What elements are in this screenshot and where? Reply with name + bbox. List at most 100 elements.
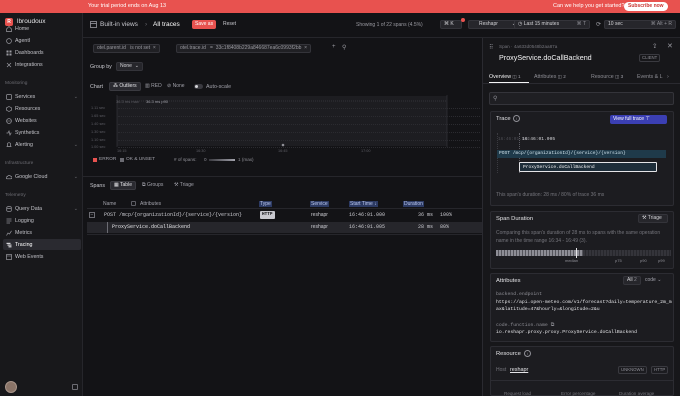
sidebar-item-home[interactable]: Home [3,23,81,34]
sidebar-item-agenti[interactable]: AgentI [3,35,81,46]
sidebar-item-web-events[interactable]: Web Events [3,251,81,262]
y-tick-label: 1.11 sec [91,106,106,110]
collapse-sidebar-icon[interactable] [72,384,78,390]
sidebar-item-services[interactable]: Services ⌄ [3,91,81,102]
chevron-down-icon[interactable]: ⌄ [74,206,78,212]
copy-icon[interactable]: ⧉ [551,323,554,328]
sidebar-item-query-data[interactable]: Query Data ⌄ [3,203,81,214]
tabs-scroll-right-icon[interactable]: › [667,74,669,80]
legend-label[interactable]: OK & UNSET [126,157,155,162]
panel-search-input[interactable]: ⚲ [489,92,674,105]
group-by-select[interactable]: None ⌄ [116,62,143,71]
info-icon[interactable]: i [524,350,531,357]
chart-mode-outliers[interactable]: ⁂ Outliers [109,82,141,91]
sidebar-item-integrations[interactable]: Integrations [3,59,81,70]
tab-table[interactable]: ▦ Table [110,181,136,190]
column-type[interactable]: Type [259,201,272,207]
tab-triage[interactable]: ⚒ Triage [171,181,197,190]
table-row-selected[interactable]: ProxyService.doCallBackend reshapr 16:46… [87,222,482,233]
resource-host-link[interactable]: reshapr [510,367,528,373]
column-name[interactable]: Name [103,201,116,207]
sidebar-item-logging[interactable]: Logging [3,215,81,226]
trace-child-bar[interactable]: ProxyService.doCallBackend [519,162,657,172]
column-start-time[interactable]: Start Time ↓ [349,201,378,207]
mode-label: None [172,83,185,89]
sidebar-item-resources[interactable]: Resources [3,103,81,114]
attr-filter-all[interactable]: All 2 [623,276,641,285]
column-service[interactable]: Service [310,201,329,207]
close-icon[interactable]: ✕ [667,42,673,50]
sidebar-item-tracing[interactable]: Tracing [3,239,81,250]
subscribe-button[interactable]: Subscribe now [624,2,668,11]
column-duration[interactable]: Duration [403,201,424,207]
sidebar-item-dashboards[interactable]: Dashboards [3,47,81,58]
breadcrumb-separator: › [145,21,148,28]
sidebar-item-metrics[interactable]: Metrics [3,227,81,238]
sidebar-item-alerting[interactable]: Alerting ⌄ [3,139,81,150]
project-selector[interactable]: Reshapr ⌄ [468,20,520,29]
panel-tab-overview[interactable]: Overview ◫ 1 [489,74,521,80]
views-icon[interactable] [90,21,97,28]
add-filter-icon[interactable]: + [332,44,336,50]
y-tick-label: 1.30 sec [91,130,106,134]
attr-value[interactable]: https://api.open-meteo.com/v1/forecast?d… [496,299,672,313]
sidebar-item-synthetics[interactable]: Synthetics [3,127,81,138]
chart-gridline [118,140,480,141]
tab-groups[interactable]: ⧉ Groups [139,181,166,190]
filter-remove-icon[interactable]: × [153,45,156,51]
legend-label[interactable]: ERROR [99,157,116,162]
p99-label: p99 [658,258,665,263]
database-icon [6,206,12,212]
legend-swatch[interactable] [120,158,124,162]
triage-label: Triage [647,215,662,221]
built-in-views-button[interactable]: Built-in views [100,21,138,28]
x-tick-label: 17:00 [361,149,371,153]
sidebar-item-websites[interactable]: Websites [3,115,81,126]
trace-root-bar[interactable]: POST /mcp/{organizationId}/{service}/{ve… [497,150,666,158]
panel-tab-events-l[interactable]: Events & L [637,74,663,80]
collapse-row-icon[interactable]: − [89,212,95,218]
chevron-down-icon[interactable]: ⌄ [74,94,78,100]
chart-mode-none[interactable]: ⊘ None [164,82,188,91]
help-link[interactable]: Can we help you get started? [553,3,625,9]
reset-button[interactable]: Reset [220,20,239,29]
filter-remove-icon[interactable]: × [304,45,307,51]
column-attributes[interactable]: Attributes [140,201,161,207]
attr-sort-select[interactable]: code ⌄ [642,276,664,285]
info-icon[interactable]: i [513,115,520,122]
filter-parent-id[interactable]: otel.parent.id is not set × [93,44,160,53]
refresh-icon[interactable]: ⟳ [596,21,601,28]
avatar[interactable] [5,381,17,393]
attributes-checkbox[interactable] [131,201,136,206]
spans-label: Spans [90,183,106,189]
panel-tab-resource[interactable]: Resource ◫ 3 [591,74,623,80]
autoscale-toggle[interactable] [194,84,203,89]
x-tick-label: 16:30 [196,149,206,153]
table-row[interactable]: − POST /mcp/{organizationId}/{service}/{… [87,210,482,221]
share-icon[interactable]: ⇪ [652,42,657,50]
command-kbd: ⌘ K [444,21,454,27]
chart-mode-red[interactable]: ▥ RED [142,82,165,91]
auto-refresh-selector[interactable]: 10 sec ⌘ Alt + R [604,20,676,29]
scatter-chart [87,94,482,166]
panel-tab-attributes[interactable]: Attributes ◫ 2 [534,74,566,80]
median-label: median [565,258,579,263]
filter-icon[interactable]: ⚲ [342,44,346,51]
tab-label: Table [120,182,132,188]
command-palette-button[interactable]: ⌘ K [440,20,462,29]
chevron-down-icon[interactable]: ⌄ [74,174,78,180]
view-full-trace-button[interactable]: View full trace ⊤ [610,115,667,124]
triage-button[interactable]: ⚒ Triage [638,214,668,223]
span-start-time: 16:46:01.005 [349,224,386,230]
chevron-down-icon[interactable]: ⌄ [74,142,78,148]
drag-handle-icon[interactable]: ⠿ [489,44,493,51]
filter-trace-id[interactable]: otel.trace.id = 33c1f8408b229a846687ea6c… [176,44,312,53]
attributes-title: Attributes [496,278,521,284]
sidebar-item-google-cloud[interactable]: Google Cloud ⌄ [3,171,81,182]
save-as-button[interactable]: Save as [192,20,217,29]
attr-value[interactable]: io.reshapr.proxy.proxy.ProxyService.doCa… [496,330,637,335]
time-range-selector[interactable]: ◷ Last 15 minutes ⌘ T [514,20,590,29]
spans-count-label: # of spans: [174,157,197,162]
legend-swatch[interactable] [93,158,97,162]
y-tick-label: 1.00 sec [91,145,106,149]
